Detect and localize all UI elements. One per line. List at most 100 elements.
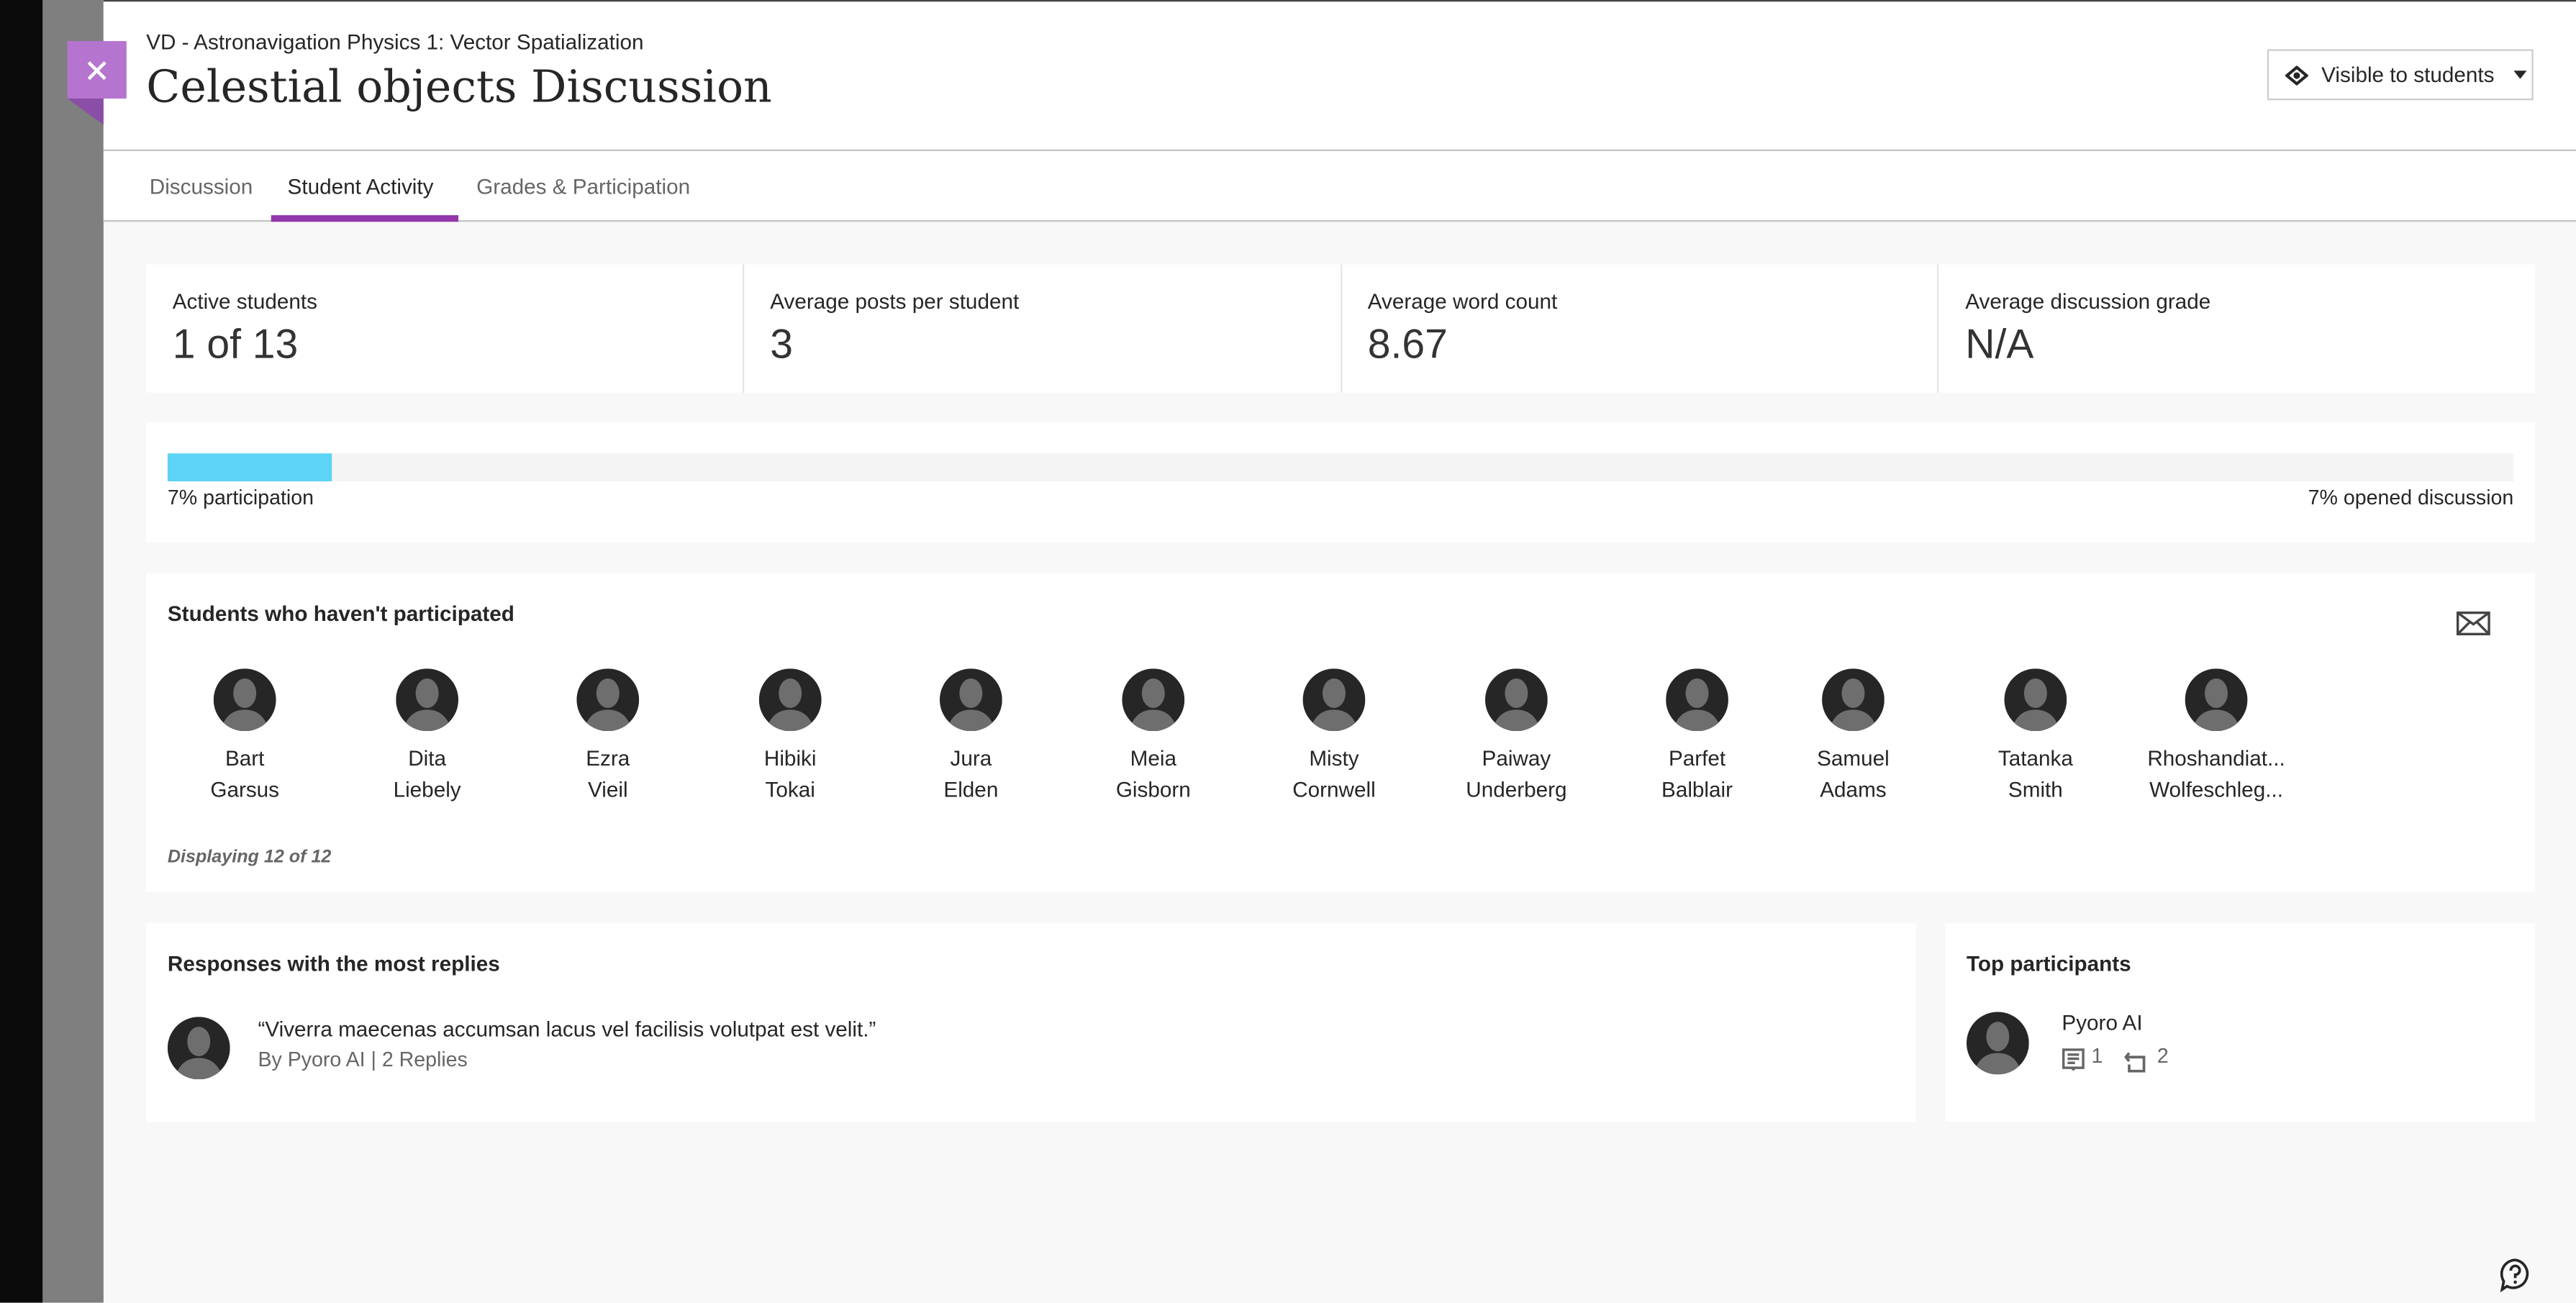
student-name: Jura Elden: [881, 744, 1061, 804]
student-name: Hibiki Tokai: [700, 744, 881, 804]
participation-progress-fill: [167, 453, 332, 481]
avatar: [167, 1017, 230, 1080]
student-item[interactable]: Paiway Underberg: [1426, 668, 1607, 805]
close-icon: [87, 60, 106, 80]
student-name: Bart Garsus: [155, 744, 335, 804]
avatar: [1302, 668, 1366, 732]
student-item[interactable]: Jura Elden: [881, 668, 1061, 805]
avatar: [1122, 668, 1185, 732]
stat-label: Average word count: [1367, 289, 1558, 314]
student-name: Tatanka Smith: [1945, 744, 2126, 804]
stat-value: 3: [770, 322, 794, 368]
non-participants-card: Students who haven't participated Bart Ga…: [146, 573, 2535, 892]
active-tab-indicator: [271, 215, 459, 222]
student-name: Rhoshandiat... Wolfeschleg...: [2126, 744, 2306, 804]
tab-bar: [103, 151, 2576, 222]
discussion-panel: VD - Astronavigation Physics 1: Vector S…: [0, 0, 2576, 1303]
student-first-name: Ezra: [586, 745, 630, 771]
avatar: [1666, 668, 1728, 732]
breadcrumb[interactable]: VD - Astronavigation Physics 1: Vector S…: [146, 29, 643, 54]
student-first-name: Parfet: [1668, 745, 1726, 771]
visibility-dropdown[interactable]: Visible to students: [2267, 49, 2534, 101]
top-participants-card: Top participants Pyoro AI 1 2: [1945, 923, 2535, 1122]
stat-value: N/A: [1965, 322, 2034, 368]
displaying-count: Displaying 12 of 12: [167, 848, 332, 868]
student-first-name: Jura: [950, 745, 992, 771]
response-quote[interactable]: “Viverra maecenas accumsan lacus vel fac…: [258, 1017, 876, 1041]
student-item[interactable]: Dita Liebely: [337, 668, 517, 805]
student-first-name: Samuel: [1817, 745, 1890, 771]
stat-average-posts: Average posts per student 3: [744, 264, 1342, 393]
student-last-name: Cornwell: [1292, 776, 1376, 802]
section-heading: Students who haven't participated: [167, 601, 514, 626]
help-icon[interactable]: [2497, 1257, 2533, 1293]
avatar: [2185, 668, 2248, 732]
stat-value: 8.67: [1367, 322, 1448, 368]
student-last-name: Gisborn: [1115, 776, 1191, 802]
reply-count: 2: [2157, 1045, 2169, 1068]
tab-grades-participation[interactable]: Grades & Participation: [476, 174, 690, 199]
participant-name[interactable]: Pyoro AI: [2062, 1010, 2142, 1035]
background-overlay: [42, 0, 104, 1303]
student-last-name: Tokai: [765, 776, 815, 802]
stat-average-grade: Average discussion grade N/A: [1939, 265, 2535, 393]
student-name: Dita Liebely: [337, 744, 517, 804]
student-name: Parfet Balblair: [1607, 744, 1787, 804]
student-last-name: Garsus: [210, 776, 280, 802]
student-name: Samuel Adams: [1763, 744, 1944, 804]
opened-discussion-label: 7% opened discussion: [2308, 486, 2514, 509]
participation-card: 7% participation 7% opened discussion: [146, 422, 2535, 542]
app-sidebar: [0, 0, 43, 1303]
mail-icon[interactable]: [2456, 611, 2490, 636]
student-last-name: Smith: [2008, 776, 2063, 802]
stat-label: Average discussion grade: [1965, 289, 2211, 314]
student-name: Ezra Vieil: [517, 744, 698, 804]
participation-label: 7% participation: [167, 486, 314, 509]
student-name: Meia Gisborn: [1063, 744, 1243, 804]
stat-label: Active students: [172, 289, 318, 314]
student-last-name: Liebely: [393, 776, 461, 802]
student-first-name: Meia: [1130, 745, 1176, 771]
student-last-name: Underberg: [1466, 776, 1567, 802]
section-heading: Responses with the most replies: [167, 950, 500, 976]
student-item[interactable]: Parfet Balblair: [1607, 668, 1787, 805]
stats-card: Active students 1 of 13 Average posts per…: [146, 264, 2535, 393]
avatar: [1966, 1012, 2029, 1075]
tab-discussion[interactable]: Discussion: [150, 174, 253, 199]
student-name: Misty Cornwell: [1243, 744, 1424, 804]
most-replies-card: Responses with the most replies “Viverra…: [146, 923, 1916, 1122]
post-icon: [2062, 1048, 2085, 1071]
stat-average-word-count: Average word count 8.67: [1341, 264, 1939, 393]
close-button[interactable]: [67, 41, 127, 99]
post-count: 1: [2091, 1045, 2103, 1068]
caret-down-icon: [2513, 71, 2528, 79]
student-first-name: Tatanka: [1997, 745, 2073, 771]
student-item[interactable]: Samuel Adams: [1763, 668, 1944, 805]
close-button-fold: [67, 98, 104, 125]
student-last-name: Adams: [1820, 776, 1887, 802]
visibility-label: Visible to students: [2321, 62, 2495, 88]
avatar: [213, 668, 276, 732]
student-first-name: Rhoshandiat...: [2147, 745, 2285, 771]
student-item[interactable]: Ezra Vieil: [517, 668, 698, 805]
stat-active-students: Active students 1 of 13: [146, 264, 744, 393]
student-item[interactable]: Meia Gisborn: [1063, 668, 1243, 805]
avatar: [939, 668, 1002, 732]
page-title: Celestial objects Discussion: [146, 62, 772, 114]
student-last-name: Elden: [943, 776, 999, 802]
tab-student-activity[interactable]: Student Activity: [288, 174, 434, 199]
student-item[interactable]: Hibiki Tokai: [700, 668, 881, 805]
student-item[interactable]: Tatanka Smith: [1945, 668, 2126, 805]
avatar: [1822, 668, 1885, 732]
student-last-name: Vieil: [587, 776, 628, 802]
student-last-name: Balblair: [1661, 776, 1733, 802]
student-item[interactable]: Misty Cornwell: [1243, 668, 1424, 805]
response-meta: By Pyoro AI | 2 Replies: [258, 1048, 468, 1071]
avatar: [758, 668, 822, 732]
student-item[interactable]: Bart Garsus: [155, 668, 335, 805]
participation-progress-bar: [167, 453, 2514, 481]
student-item[interactable]: Rhoshandiat... Wolfeschleg...: [2126, 668, 2306, 805]
student-first-name: Paiway: [1482, 745, 1551, 771]
avatar: [2004, 668, 2067, 732]
reply-icon: [2124, 1052, 2146, 1073]
